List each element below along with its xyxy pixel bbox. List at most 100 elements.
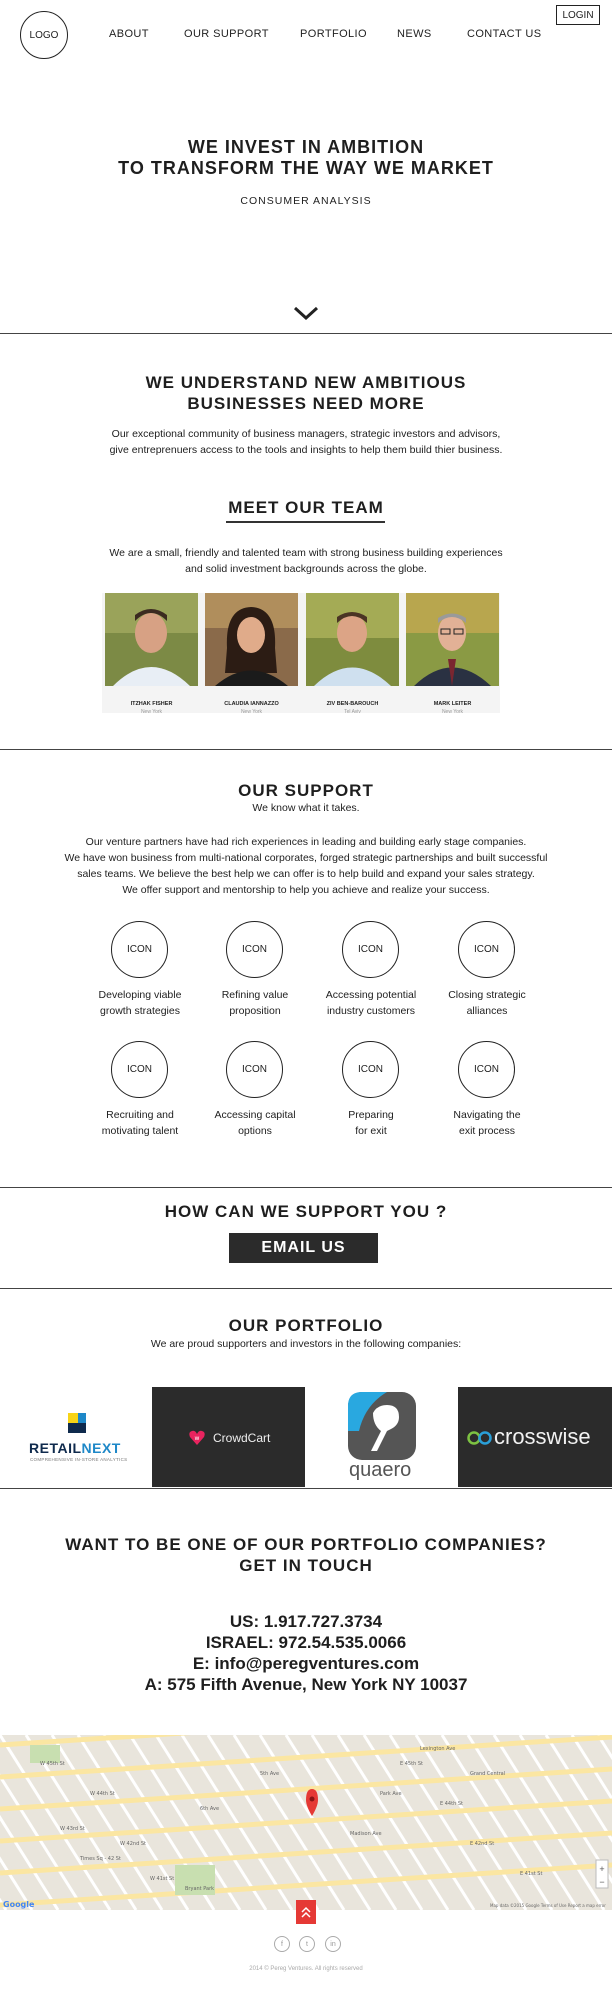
- member-city: New York: [240, 709, 263, 715]
- understand-title-line2: BUSINESSES NEED MORE: [187, 394, 425, 413]
- contact-phone-israel[interactable]: ISRAEL: 972.54.535.0066: [0, 1632, 612, 1653]
- team-member-photo: [406, 593, 499, 686]
- hero-title: WE INVEST IN AMBITION TO TRANSFORM THE W…: [0, 137, 612, 179]
- back-to-top-button[interactable]: [296, 1900, 316, 1924]
- divider: [0, 1288, 612, 1289]
- login-button[interactable]: LOGIN: [556, 5, 600, 25]
- understand-title: WE UNDERSTAND NEW AMBITIOUS BUSINESSES N…: [0, 372, 612, 414]
- getintouch-title: WANT TO BE ONE OF OUR PORTFOLIO COMPANIE…: [0, 1534, 612, 1576]
- contact-email[interactable]: E: info@peregventures.com: [0, 1653, 612, 1674]
- support-item-label-line2: exit process: [458, 1125, 516, 1137]
- zoom-in-icon[interactable]: +: [599, 1864, 604, 1874]
- support-item-label-line1: Accessing capital: [214, 1109, 296, 1121]
- understand-text-line1: Our exceptional community of business ma…: [111, 428, 501, 440]
- support-icon-6: ICON: [226, 1041, 283, 1098]
- portfolio-title: OUR PORTFOLIO: [228, 1316, 384, 1335]
- team-member-photo: [306, 593, 399, 686]
- understand-text: Our exceptional community of business ma…: [0, 426, 612, 458]
- chevron-down-icon[interactable]: [293, 306, 319, 320]
- support-icon-8: ICON: [458, 1041, 515, 1098]
- double-chevron-up-icon: [301, 1906, 311, 1918]
- twitter-icon[interactable]: t: [299, 1936, 315, 1952]
- divider: [0, 1488, 612, 1489]
- support-item-label-line1: Closing strategic: [448, 989, 526, 1001]
- member-city: Tel Aviv: [344, 709, 361, 715]
- svg-text:w: w: [195, 1435, 200, 1442]
- copyright: 2014 © Pereg Ventures. All rights reserv…: [249, 1966, 363, 1972]
- support-item-label-line1: Accessing potential: [325, 989, 417, 1001]
- map-street-label: Madison Ave: [350, 1831, 382, 1837]
- map-street-label: W 44th St: [90, 1791, 115, 1797]
- portfolio-subtitle: We are proud supporters and investors in…: [150, 1338, 462, 1350]
- quaero-mark-icon: [348, 1392, 416, 1460]
- team-text: We are a small, friendly and talented te…: [0, 545, 612, 577]
- zoom-out-icon[interactable]: −: [599, 1877, 604, 1887]
- team-member[interactable]: MARK LEITER New York: [406, 593, 499, 715]
- map-street-label: E 41st St: [520, 1871, 542, 1877]
- map-street-label: W 45th St: [40, 1761, 65, 1767]
- support-icon-1: ICON: [111, 921, 168, 978]
- member-name: ITZHAK FISHER: [130, 701, 173, 707]
- facebook-icon[interactable]: f: [274, 1936, 290, 1952]
- team-title: MEET OUR TEAM: [228, 498, 384, 517]
- contact-details: US: 1.917.727.3734 ISRAEL: 972.54.535.00…: [0, 1611, 612, 1695]
- getintouch-title-line1: WANT TO BE ONE OF OUR PORTFOLIO COMPANIE…: [65, 1535, 547, 1554]
- support-item-label-line2: growth strategies: [100, 1005, 180, 1017]
- portfolio-logo-crowdcart[interactable]: w CrowdCart: [152, 1387, 305, 1487]
- support-item-label-line2: for exit: [355, 1125, 387, 1137]
- member-city: New York: [441, 709, 464, 715]
- nav-about[interactable]: ABOUT: [109, 28, 149, 40]
- understand-text-line2: give entreprenuers access to the tools a…: [109, 444, 503, 456]
- support-text-line2: We have won business from multi-national…: [64, 852, 548, 864]
- support-item-label: Accessing capital options: [190, 1107, 320, 1139]
- support-item-label: Recruiting and motivating talent: [75, 1107, 205, 1139]
- divider: [0, 333, 612, 334]
- portfolio-logo-quaero[interactable]: quaero: [305, 1387, 458, 1487]
- linkedin-icon[interactable]: in: [325, 1936, 341, 1952]
- support-tagline: We know what it takes.: [252, 802, 360, 814]
- team-title-underline: [226, 521, 385, 523]
- map-street-label: Grand Central: [470, 1771, 505, 1777]
- nav-our-support[interactable]: OUR SUPPORT: [184, 28, 269, 40]
- retailnext-wordmark: RETAILNEXT: [29, 1440, 121, 1456]
- map-street-label: E 45th St: [400, 1761, 423, 1767]
- support-item-label-line2: options: [238, 1125, 272, 1137]
- member-name: CLAUDIA IANNAZZO: [224, 701, 279, 707]
- team-member[interactable]: CLAUDIA IANNAZZO New York: [205, 593, 298, 715]
- contact-phone-us[interactable]: US: 1.917.727.3734: [0, 1611, 612, 1632]
- divider: [0, 1187, 612, 1188]
- cta-title: HOW CAN WE SUPPORT YOU ?: [164, 1202, 448, 1221]
- map-street-label: E 44th St: [440, 1801, 463, 1807]
- retailnext-mark-icon: [68, 1413, 86, 1433]
- team-member[interactable]: ITZHAK FISHER New York: [105, 593, 198, 715]
- nav-news[interactable]: NEWS: [397, 28, 432, 40]
- team-member-photo: [105, 593, 198, 686]
- support-text-line1: Our venture partners have had rich exper…: [85, 836, 527, 848]
- email-us-button[interactable]: EMAIL US: [229, 1233, 378, 1263]
- nav-portfolio[interactable]: PORTFOLIO: [300, 28, 367, 40]
- support-item-label-line2: proposition: [229, 1005, 281, 1017]
- portfolio-logo-retailnext[interactable]: RETAILNEXT COMPREHENSIVE IN-STORE ANALYT…: [0, 1387, 152, 1487]
- hero-subtitle: CONSUMER ANALYSIS: [240, 195, 372, 207]
- map-street-label: E 42nd St: [470, 1841, 494, 1847]
- portfolio-logo-crosswise[interactable]: crosswise: [458, 1387, 612, 1487]
- map-street-label: Times Sq - 42 St: [79, 1856, 121, 1862]
- team-member[interactable]: ZIV BEN-BAROUCH Tel Aviv: [306, 593, 399, 715]
- location-map[interactable]: W 45th St W 44th St W 43rd St W 42nd St W 41…: [0, 1735, 612, 1910]
- support-icon-2: ICON: [226, 921, 283, 978]
- support-text-line3: sales teams. We believe the best help we…: [77, 868, 535, 880]
- support-item-label-line1: Refining value: [221, 989, 289, 1001]
- support-item-label-line1: Navigating the: [453, 1109, 521, 1121]
- logo[interactable]: LOGO: [20, 11, 68, 59]
- map-attribution[interactable]: Map data ©2015 Google Terms of Use Repor…: [490, 1903, 606, 1908]
- map-street-label: W 43rd St: [60, 1826, 85, 1832]
- support-icon-7: ICON: [342, 1041, 399, 1098]
- support-item-label: Navigating the exit process: [422, 1107, 552, 1139]
- support-item-label: Closing strategic alliances: [422, 987, 552, 1019]
- nav-contact-us[interactable]: CONTACT US: [467, 28, 542, 40]
- map-street-label: Bryant Park: [185, 1886, 214, 1892]
- team-text-line2: and solid investment backgrounds across …: [185, 563, 427, 575]
- map-street-label: Lexington Ave: [420, 1746, 455, 1752]
- getintouch-title-line2: GET IN TOUCH: [239, 1556, 373, 1575]
- support-item-label: Preparing for exit: [306, 1107, 436, 1139]
